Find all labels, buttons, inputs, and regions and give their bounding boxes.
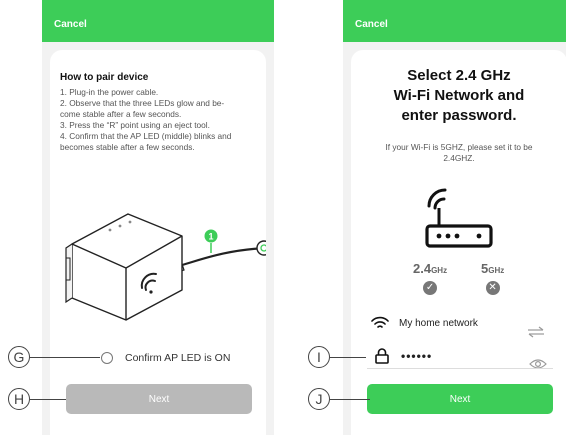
next-button-disabled[interactable]: Next bbox=[66, 384, 252, 414]
cross-icon: ✕ bbox=[485, 281, 500, 295]
password-field[interactable]: •••••• bbox=[375, 348, 432, 364]
wifi-icon bbox=[371, 316, 389, 328]
callout-h-leader bbox=[30, 399, 66, 401]
confirm-radio[interactable] bbox=[101, 352, 113, 364]
network-selector[interactable]: My home network bbox=[371, 316, 478, 330]
band-2-4ghz: 2.4GHz ✓ bbox=[413, 260, 447, 295]
band-number: 2.4 bbox=[413, 261, 432, 276]
wifi-band-note: If your Wi-Fi is 5GHZ, please set it to … bbox=[385, 142, 533, 163]
top-bar: Cancel bbox=[42, 0, 274, 42]
band-unit: GHz bbox=[488, 266, 505, 275]
content-card: Select 2.4 GHz Wi-Fi Network and enter p… bbox=[351, 50, 566, 435]
step-line: 2. Observe that the three LEDs glow and … bbox=[60, 98, 225, 108]
step-line: come stable after a few seconds. bbox=[60, 109, 182, 119]
callout-g-leader bbox=[30, 357, 100, 359]
password-value: •••••• bbox=[401, 349, 433, 363]
gateway-device-illustration: 1 bbox=[65, 213, 266, 321]
callout-h: H bbox=[8, 388, 30, 410]
step-line: becomes stable after a few seconds. bbox=[60, 142, 195, 152]
cancel-button[interactable]: Cancel bbox=[355, 19, 388, 30]
switch-network-icon[interactable] bbox=[527, 326, 545, 338]
top-bar: Cancel bbox=[343, 0, 566, 42]
cancel-button[interactable]: Cancel bbox=[54, 19, 87, 30]
password-underline bbox=[367, 368, 553, 369]
check-icon: ✓ bbox=[423, 281, 438, 295]
callout-i: I bbox=[308, 346, 330, 368]
callout-i-leader bbox=[330, 357, 366, 359]
title-line: Select 2.4 GHz bbox=[407, 67, 511, 84]
page-title: Select 2.4 GHz Wi-Fi Network and enter p… bbox=[351, 66, 566, 126]
confirm-label: Confirm AP LED is ON bbox=[125, 352, 231, 364]
next-button[interactable]: Next bbox=[367, 384, 553, 414]
confirm-led-row[interactable]: Confirm AP LED is ON bbox=[101, 350, 230, 366]
callout-j-leader bbox=[330, 399, 370, 401]
router-icon bbox=[425, 188, 493, 248]
band-5ghz: 5GHz ✕ bbox=[481, 260, 504, 295]
step-badge-number: 1 bbox=[208, 232, 213, 242]
lock-icon bbox=[375, 348, 389, 364]
title-line: enter password. bbox=[401, 107, 517, 124]
wifi-setup-screen: Cancel Select 2.4 GHz Wi-Fi Network and … bbox=[343, 0, 566, 435]
instruction-steps: 1. Plug-in the power cable. 2. Observe t… bbox=[60, 87, 264, 153]
band-unit: GHz bbox=[431, 266, 448, 275]
howto-title: How to pair device bbox=[60, 72, 149, 83]
callout-g: G bbox=[8, 346, 30, 368]
step-line: 1. Plug-in the power cable. bbox=[60, 87, 159, 97]
callout-j: J bbox=[308, 388, 330, 410]
step-line: 3. Press the “R” point using an eject to… bbox=[60, 120, 210, 130]
content-card: How to pair device 1. Plug-in the power … bbox=[50, 50, 266, 435]
step-line: 4. Confirm that the AP LED (middle) blin… bbox=[60, 131, 232, 141]
network-name: My home network bbox=[399, 317, 478, 329]
pair-device-screen: Cancel How to pair device 1. Plug-in the… bbox=[42, 0, 274, 435]
title-line: Wi-Fi Network and bbox=[393, 87, 525, 104]
